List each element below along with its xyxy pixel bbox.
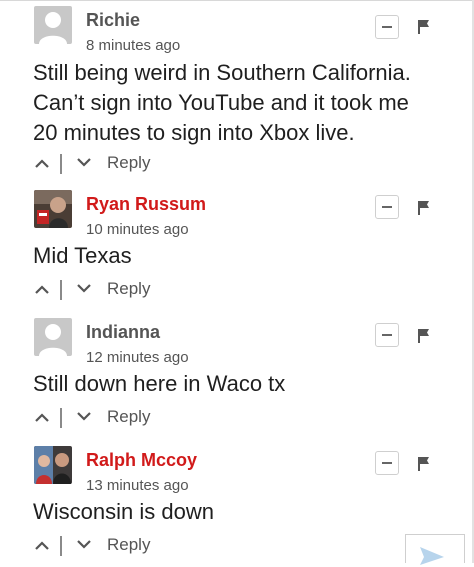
comment-timestamp[interactable]: 10 minutes ago bbox=[86, 221, 189, 238]
chevron-down-icon[interactable] bbox=[77, 284, 91, 294]
flag-icon[interactable] bbox=[418, 329, 430, 343]
comment-timestamp[interactable]: 8 minutes ago bbox=[86, 37, 180, 54]
send-icon bbox=[420, 547, 444, 565]
vote-divider bbox=[60, 154, 62, 174]
chevron-up-icon[interactable] bbox=[35, 412, 49, 422]
user-photo-icon bbox=[34, 190, 72, 228]
comment-timestamp[interactable]: 12 minutes ago bbox=[86, 349, 189, 366]
chevron-down-icon[interactable] bbox=[77, 158, 91, 168]
vote-divider bbox=[60, 536, 62, 556]
default-avatar-icon bbox=[34, 318, 72, 356]
comment-body-line: Can’t sign into YouTube and it took me bbox=[33, 90, 409, 115]
comment-timestamp[interactable]: 13 minutes ago bbox=[86, 477, 189, 494]
comment-body-line: Wisconsin is down bbox=[33, 499, 214, 524]
comment-body-line: 20 minutes to sign into Xbox live. bbox=[33, 120, 355, 145]
flag-icon[interactable] bbox=[418, 457, 430, 471]
collapse-button[interactable] bbox=[375, 195, 399, 219]
default-avatar-icon bbox=[34, 6, 72, 44]
comment-author[interactable]: Indianna bbox=[86, 322, 160, 343]
collapse-button[interactable] bbox=[375, 323, 399, 347]
top-border bbox=[0, 0, 474, 1]
comment-body-line: Still being weird in Southern California… bbox=[33, 60, 411, 85]
floating-widget[interactable] bbox=[405, 534, 465, 565]
comment-body-line: Mid Texas bbox=[33, 243, 132, 268]
avatar-photo[interactable] bbox=[34, 446, 72, 484]
reply-button[interactable]: Reply bbox=[107, 153, 150, 173]
comment-author[interactable]: Ryan Russum bbox=[86, 194, 206, 215]
comment-body-line: Still down here in Waco tx bbox=[33, 371, 286, 396]
chevron-down-icon[interactable] bbox=[77, 412, 91, 422]
avatar-default[interactable] bbox=[34, 318, 72, 356]
flag-icon[interactable] bbox=[418, 201, 430, 215]
flag-icon[interactable] bbox=[418, 20, 430, 34]
chevron-up-icon[interactable] bbox=[35, 540, 49, 550]
reply-button[interactable]: Reply bbox=[107, 279, 150, 299]
avatar-default[interactable] bbox=[34, 6, 72, 44]
chevron-down-icon[interactable] bbox=[77, 540, 91, 550]
reply-button[interactable]: Reply bbox=[107, 535, 150, 555]
vote-divider bbox=[60, 408, 62, 428]
comment-author[interactable]: Ralph Mccoy bbox=[86, 450, 197, 471]
comment-author[interactable]: Richie bbox=[86, 10, 140, 31]
collapse-button[interactable] bbox=[375, 15, 399, 39]
collapse-button[interactable] bbox=[375, 451, 399, 475]
chevron-up-icon[interactable] bbox=[35, 284, 49, 294]
reply-button[interactable]: Reply bbox=[107, 407, 150, 427]
user-photo-icon bbox=[34, 446, 72, 484]
chevron-up-icon[interactable] bbox=[35, 158, 49, 168]
avatar-photo[interactable] bbox=[34, 190, 72, 228]
vote-divider bbox=[60, 280, 62, 300]
